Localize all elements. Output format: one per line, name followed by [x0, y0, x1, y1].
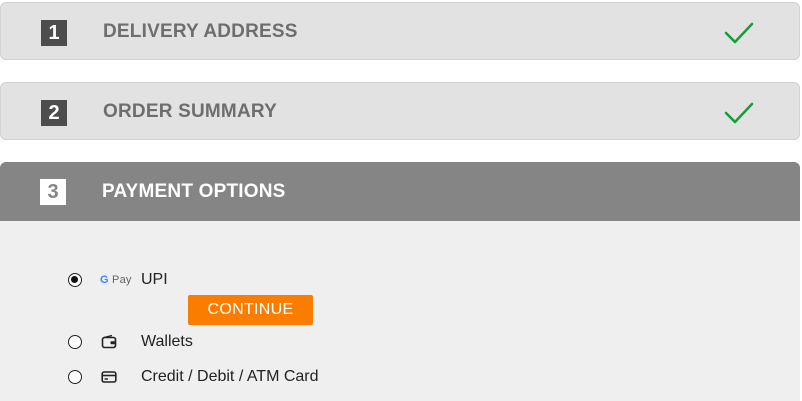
payment-option-upi[interactable]: G Pay UPI: [0, 266, 800, 294]
step-payment-options: 3 PAYMENT OPTIONS G Pay UPI CONTINUE Wal…: [0, 162, 800, 401]
payment-option-wallets[interactable]: Wallets: [0, 328, 800, 356]
wallet-icon: [101, 334, 117, 349]
step-number-badge: 2: [41, 100, 67, 126]
card-label: Credit / Debit / ATM Card: [141, 368, 319, 385]
continue-button[interactable]: CONTINUE: [188, 295, 313, 325]
step-title: PAYMENT OPTIONS: [102, 181, 286, 202]
step-title: DELIVERY ADDRESS: [103, 21, 298, 42]
checkmark-icon: [724, 22, 754, 44]
step-title: ORDER SUMMARY: [103, 101, 277, 122]
google-pay-icon: G Pay: [100, 274, 132, 286]
checkout-page: 1 DELIVERY ADDRESS 2 ORDER SUMMARY 3 PAY…: [0, 0, 802, 401]
wallets-label: Wallets: [141, 333, 193, 350]
payment-option-card[interactable]: Credit / Debit / ATM Card: [0, 363, 800, 391]
credit-card-icon: [101, 371, 117, 383]
step-number-badge: 3: [40, 179, 66, 205]
wallets-radio[interactable]: [68, 335, 82, 349]
step-number-badge: 1: [41, 20, 67, 46]
card-radio[interactable]: [68, 370, 82, 384]
step-delivery-address[interactable]: 1 DELIVERY ADDRESS: [0, 2, 800, 60]
upi-label: UPI: [141, 271, 168, 288]
payment-options-header: 3 PAYMENT OPTIONS: [0, 162, 800, 221]
step-order-summary[interactable]: 2 ORDER SUMMARY: [0, 82, 800, 140]
checkmark-icon: [724, 102, 754, 124]
upi-radio[interactable]: [68, 273, 82, 287]
